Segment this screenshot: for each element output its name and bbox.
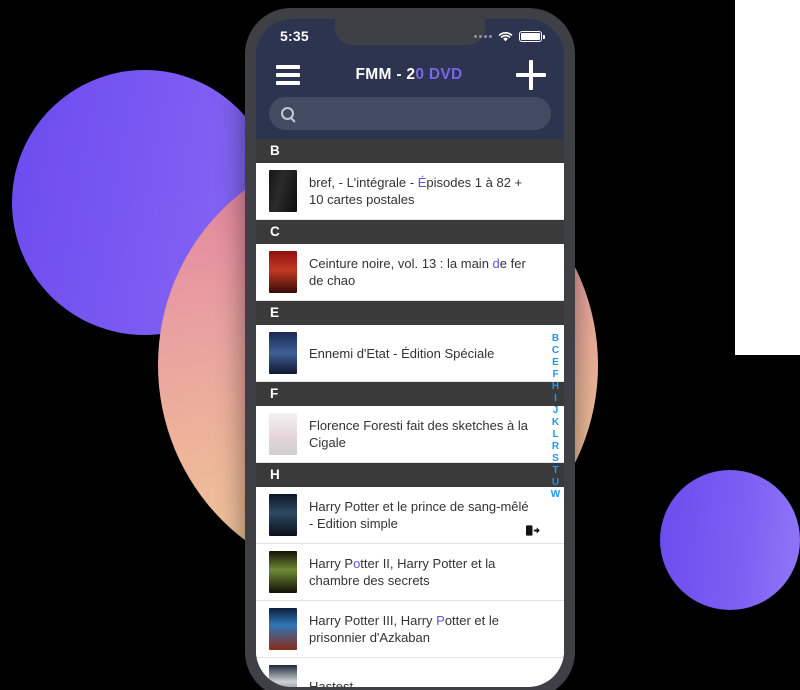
alphabet-index-l[interactable]: L <box>552 429 558 440</box>
dvd-cover-thumbnail <box>269 608 297 650</box>
list-item-title: Ennemi d'Etat - Édition Spéciale <box>309 345 550 362</box>
alphabet-index-r[interactable]: R <box>552 441 559 452</box>
status-bar-time: 5:35 <box>280 28 309 44</box>
battery-full-icon <box>519 30 545 42</box>
list-item-title-pre: Harry P <box>309 556 354 571</box>
list-item-title-pre: Harry Potter III, Harry <box>309 613 437 628</box>
alphabet-index-e[interactable]: E <box>552 357 559 368</box>
search-input[interactable] <box>301 106 539 121</box>
list-item[interactable]: Harry Potter et le prince de sang-mêlé -… <box>256 487 564 544</box>
list-item-title-pre: Hastest <box>309 678 354 688</box>
list-item[interactable]: Ennemi d'Etat - Édition Spéciale <box>256 325 564 382</box>
phone-mockup-frame: 5:35 FMM - 20 DVD B bref, - L'intégrale … <box>245 8 575 690</box>
list-item[interactable]: Ceinture noire, vol. 13 : la main de fer… <box>256 244 564 301</box>
dvd-cover-thumbnail <box>269 665 297 687</box>
alphabet-index[interactable]: BCEFHIJKLRSTUW <box>548 149 563 683</box>
list-item[interactable]: Florence Foresti fait des sketches à la … <box>256 406 564 463</box>
alphabet-index-b[interactable]: B <box>552 333 559 344</box>
decorative-white-rectangle <box>735 0 800 355</box>
alphabet-index-j[interactable]: J <box>553 405 559 416</box>
list-item-title: Harry Potter III, Harry Potter et le pri… <box>309 612 550 646</box>
search-field[interactable] <box>269 97 551 130</box>
dvd-cover-thumbnail <box>269 332 297 374</box>
list-item-title: Florence Foresti fait des sketches à la … <box>309 417 550 451</box>
page-title: FMM - 20 DVD <box>356 66 463 84</box>
decorative-circle-purple-bottom-right <box>660 470 800 610</box>
plus-icon[interactable] <box>515 60 546 90</box>
section-header-c: C <box>256 220 564 244</box>
dvd-cover-thumbnail <box>269 251 297 293</box>
alphabet-index-h[interactable]: H <box>552 381 559 392</box>
list-body: Bbref, - L'intégrale - Épisodes 1 à 82 +… <box>256 139 564 687</box>
list-item[interactable]: Harry Potter III, Harry Potter et le pri… <box>256 601 564 658</box>
list-item[interactable]: bref, - L'intégrale - Épisodes 1 à 82 + … <box>256 163 564 220</box>
alphabet-index-k[interactable]: K <box>552 417 559 428</box>
section-header-e: E <box>256 301 564 325</box>
phone-screen: 5:35 FMM - 20 DVD B bref, - L'intégrale … <box>256 19 564 687</box>
page-title-count: 0 DVD <box>415 66 463 83</box>
list-item-title-pre: bref, - L'intégrale - <box>309 175 418 190</box>
alphabet-index-w[interactable]: W <box>551 489 560 500</box>
list-item-title: bref, - L'intégrale - Épisodes 1 à 82 + … <box>309 174 550 208</box>
export-icon[interactable] <box>525 524 540 537</box>
dvd-collection-list[interactable]: Bbref, - L'intégrale - Épisodes 1 à 82 +… <box>256 139 564 687</box>
app-navigation-bar: FMM - 20 DVD <box>256 53 564 97</box>
list-item-title-pre: Ceinture noire, vol. 13 : la main <box>309 256 493 271</box>
alphabet-index-c[interactable]: C <box>552 345 559 356</box>
list-item[interactable]: Hastest <box>256 658 564 687</box>
list-item-title-pre: Harry Potter et le prince de sang-mêlé -… <box>309 499 529 531</box>
list-item-title-pre: Florence Foresti fait des sketches à la … <box>309 418 528 450</box>
section-header-h: H <box>256 463 564 487</box>
list-item[interactable]: Harry Potter II, Harry Potter et la cham… <box>256 544 564 601</box>
screenshot-stage: 5:35 FMM - 20 DVD B bref, - L'intégrale … <box>0 0 800 690</box>
list-item-title: Ceinture noire, vol. 13 : la main de fer… <box>309 255 550 289</box>
page-title-main: FMM - 2 <box>355 66 416 83</box>
alphabet-index-f[interactable]: F <box>552 369 558 380</box>
status-bar-indicators <box>474 30 545 43</box>
wifi-icon <box>498 31 513 41</box>
search-icon <box>281 107 294 120</box>
hamburger-menu-icon[interactable] <box>274 63 302 87</box>
list-item-title-highlight: d <box>492 256 500 271</box>
dvd-cover-thumbnail <box>269 170 297 212</box>
alphabet-index-s[interactable]: S <box>552 453 559 464</box>
section-header-f: F <box>256 382 564 406</box>
list-item-title-highlight: P <box>436 613 445 628</box>
signal-dots-icon <box>474 34 492 38</box>
alphabet-index-u[interactable]: U <box>552 477 559 488</box>
dvd-cover-thumbnail <box>269 551 297 593</box>
alphabet-index-i[interactable]: I <box>554 393 557 404</box>
list-item-title: Harry Potter II, Harry Potter et la cham… <box>309 555 550 589</box>
list-item-title-pre: Ennemi d'Etat - Édition Spéciale <box>309 345 495 361</box>
status-bar: 5:35 <box>256 19 564 53</box>
alphabet-index-t[interactable]: T <box>552 465 558 476</box>
section-header-b: B <box>256 139 564 163</box>
list-item-title: Harry Potter et le prince de sang-mêlé -… <box>309 498 550 532</box>
search-bar-container <box>256 97 564 139</box>
dvd-cover-thumbnail <box>269 494 297 536</box>
dvd-cover-thumbnail <box>269 413 297 455</box>
list-item-title: Hastest <box>309 678 550 688</box>
